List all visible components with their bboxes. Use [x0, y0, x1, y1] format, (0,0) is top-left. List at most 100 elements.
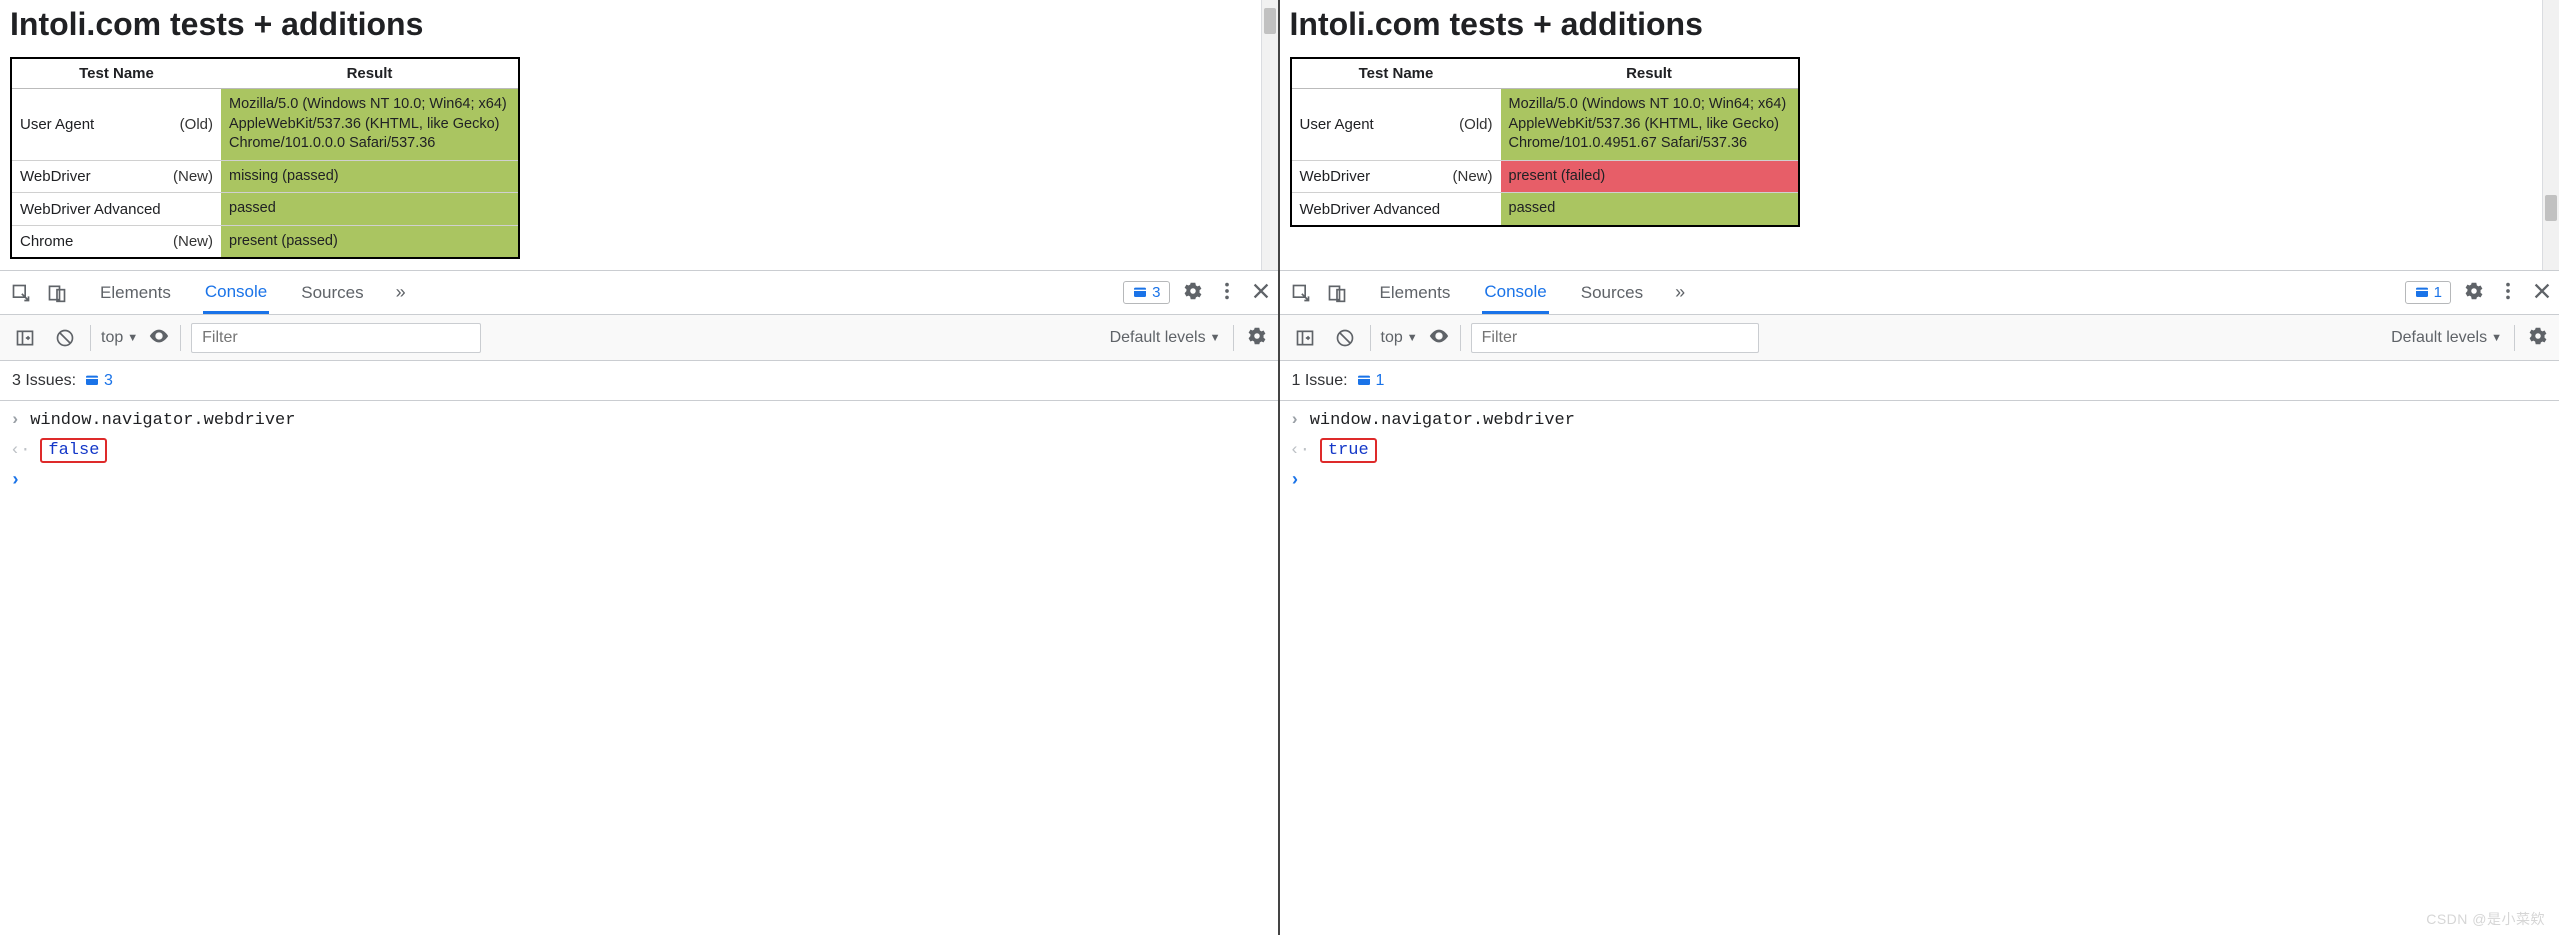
tab-console[interactable]: Console [1482, 272, 1548, 314]
console-output-line: ‹· false [0, 434, 1278, 467]
console-input-line: › window.navigator.webdriver [0, 407, 1278, 434]
page-content-right: Intoli.com tests + additions Test Name R… [1280, 0, 2559, 270]
col-header-result: Result [1501, 58, 1799, 89]
console-filter-input[interactable] [1471, 323, 1759, 353]
issues-badge-button[interactable]: 3 [1123, 281, 1169, 304]
test-tag: (Old) [180, 116, 213, 133]
issues-badge-button[interactable]: 1 [2405, 281, 2451, 304]
test-name: WebDriver [20, 168, 91, 185]
devtools-tabbar: Elements Console Sources » 1 [1280, 271, 2559, 315]
output-prompt-icon: ‹· [1290, 441, 1310, 460]
console-new-prompt[interactable]: › [1280, 467, 2559, 495]
console-sidebar-toggle-icon[interactable] [10, 323, 40, 353]
issues-label: 3 Issues: [12, 372, 76, 390]
left-pane: Intoli.com tests + additions Test Name R… [0, 0, 1280, 935]
kebab-menu-icon[interactable] [1216, 280, 1238, 305]
tab-elements[interactable]: Elements [98, 273, 173, 312]
console-command: window.navigator.webdriver [1310, 411, 1575, 430]
input-prompt-icon: › [1290, 471, 1301, 491]
col-header-name: Test Name [1291, 58, 1501, 89]
page-scrollbar[interactable] [1261, 0, 1278, 270]
issues-link[interactable]: 3 [84, 372, 113, 390]
issues-badge-count: 1 [2434, 284, 2442, 301]
console-new-prompt[interactable]: › [0, 467, 1278, 495]
devtools-right: Elements Console Sources » 1 [1280, 270, 2559, 935]
log-levels-selector[interactable]: Default levels▼ [2391, 329, 2502, 347]
execution-context-selector[interactable]: top▼ [101, 329, 138, 347]
divider [2514, 325, 2515, 351]
more-tabs-icon[interactable]: » [1675, 282, 1685, 303]
console-settings-gear-icon[interactable] [2527, 325, 2549, 350]
test-tag: (New) [173, 233, 213, 250]
console-result: false [40, 438, 107, 463]
execution-context-selector[interactable]: top▼ [1381, 329, 1418, 347]
kebab-menu-icon[interactable] [2497, 280, 2519, 305]
console-sidebar-toggle-icon[interactable] [1290, 323, 1320, 353]
table-row: Chrome (New) present (passed) [11, 225, 519, 258]
chevron-down-icon: ▼ [127, 332, 138, 344]
test-results-table: Test Name Result User Agent(Old) Mozilla… [10, 57, 520, 259]
console-output[interactable]: › window.navigator.webdriver ‹· true › [1280, 401, 2559, 935]
test-name: WebDriver [1300, 168, 1371, 185]
chevron-down-icon: ▼ [2491, 332, 2502, 344]
console-input-line: › window.navigator.webdriver [1280, 407, 2559, 434]
test-tag: (Old) [1459, 116, 1492, 133]
test-result: passed [221, 193, 519, 226]
console-settings-gear-icon[interactable] [1246, 325, 1268, 350]
test-name: Chrome [20, 233, 73, 250]
clear-console-icon[interactable] [1330, 323, 1360, 353]
device-toolbar-icon[interactable] [1322, 278, 1352, 308]
tab-sources[interactable]: Sources [1579, 273, 1645, 312]
settings-gear-icon[interactable] [1182, 280, 1204, 305]
page-title: Intoli.com tests + additions [10, 6, 1268, 43]
chevron-down-icon: ▼ [1210, 332, 1221, 344]
input-prompt-icon: › [1290, 411, 1300, 430]
table-row: User Agent(Old) Mozilla/5.0 (Windows NT … [1291, 89, 1799, 161]
console-output[interactable]: › window.navigator.webdriver ‹· false › [0, 401, 1278, 935]
output-prompt-icon: ‹· [10, 441, 30, 460]
watermark: CSDN @是小菜欸 [2426, 909, 2545, 929]
live-expression-icon[interactable] [1428, 325, 1450, 350]
input-prompt-icon: › [10, 471, 21, 491]
input-prompt-icon: › [10, 411, 20, 430]
devtools-tabbar: Elements Console Sources » 3 [0, 271, 1278, 315]
close-devtools-icon[interactable] [1250, 280, 1272, 305]
test-result: present (passed) [221, 225, 519, 258]
table-row: WebDriver(New) present (failed) [1291, 160, 1799, 193]
console-result: true [1320, 438, 1377, 463]
settings-gear-icon[interactable] [2463, 280, 2485, 305]
console-filterbar: top▼ Default levels▼ [1280, 315, 2559, 361]
close-devtools-icon[interactable] [2531, 280, 2553, 305]
divider [1233, 325, 1234, 351]
scrollbar-thumb[interactable] [2545, 195, 2557, 221]
test-results-table: Test Name Result User Agent(Old) Mozilla… [1290, 57, 1800, 227]
inspect-element-icon[interactable] [6, 278, 36, 308]
page-scrollbar[interactable] [2542, 0, 2559, 270]
tab-sources[interactable]: Sources [299, 273, 365, 312]
console-filter-input[interactable] [191, 323, 481, 353]
issues-bar[interactable]: 3 Issues: 3 [0, 361, 1278, 401]
console-filterbar: top▼ Default levels▼ [0, 315, 1278, 361]
log-levels-selector[interactable]: Default levels▼ [1110, 329, 1221, 347]
devtools-left: Elements Console Sources » 3 [0, 270, 1278, 935]
clear-console-icon[interactable] [50, 323, 80, 353]
issues-link[interactable]: 1 [1356, 372, 1385, 390]
test-name: WebDriver Advanced [20, 201, 161, 218]
chevron-down-icon: ▼ [1407, 332, 1418, 344]
tab-elements[interactable]: Elements [1378, 273, 1453, 312]
divider [1460, 325, 1461, 351]
issues-badge-count: 3 [1152, 284, 1160, 301]
inspect-element-icon[interactable] [1286, 278, 1316, 308]
issues-bar[interactable]: 1 Issue: 1 [1280, 361, 2559, 401]
live-expression-icon[interactable] [148, 325, 170, 350]
divider [90, 325, 91, 351]
scrollbar-thumb[interactable] [1264, 8, 1276, 34]
more-tabs-icon[interactable]: » [396, 282, 406, 303]
divider [1370, 325, 1371, 351]
console-command: window.navigator.webdriver [30, 411, 295, 430]
device-toolbar-icon[interactable] [42, 278, 72, 308]
table-row: WebDriver(New) missing (passed) [11, 160, 519, 193]
page-title: Intoli.com tests + additions [1290, 6, 2550, 43]
table-row: WebDriver Advanced passed [1291, 193, 1799, 226]
tab-console[interactable]: Console [203, 272, 269, 314]
